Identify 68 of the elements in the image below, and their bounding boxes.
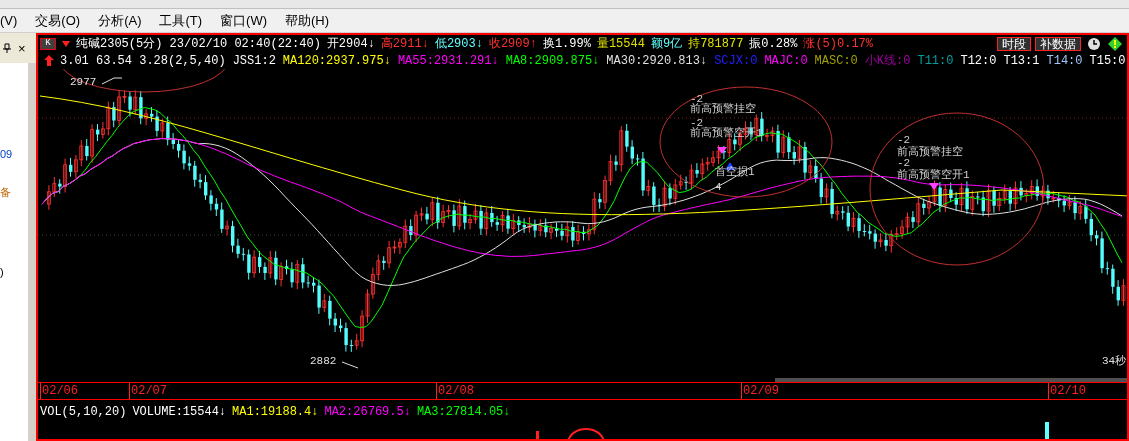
diamond-icon[interactable]: [1107, 35, 1123, 52]
indicator-text: MA2:26769.5↓: [324, 404, 411, 421]
toolbar-button[interactable]: 时段: [997, 36, 1031, 51]
indicator-text: 低2903↓: [434, 35, 483, 53]
signal-text: -2: [897, 135, 911, 146]
date-label: 02/07: [129, 383, 167, 399]
menu-item[interactable]: 窗口(W): [220, 10, 267, 31]
dropdown-icon[interactable]: [62, 40, 70, 47]
indicator-text: T15:0: [1089, 52, 1126, 70]
signal-text: 前高预警空开1: [897, 170, 970, 181]
date-label: 02/06: [40, 383, 78, 399]
indicator-text: MAJC:0: [764, 52, 808, 70]
signal-text: 4: [715, 182, 722, 193]
indicator-text: MASC:0: [814, 52, 858, 70]
indicator-text: T14:0: [1046, 52, 1083, 70]
leader-line: [101, 77, 123, 85]
scroll-bar[interactable]: [775, 378, 1127, 382]
indicator-text: SCJX:0: [714, 52, 758, 70]
k-button[interactable]: K: [40, 37, 56, 50]
indicator-text: 3.01 63.54 3.28(2,5,40): [60, 52, 226, 70]
volume-bar: [1045, 422, 1049, 439]
menu-item[interactable]: 工具(T): [159, 10, 203, 31]
indicator-text: 高2911↓: [380, 35, 429, 53]
indicator-text: MA3:27814.05↓: [416, 404, 511, 421]
indicator-text: VOLUME:15544↓: [132, 404, 227, 421]
clock-icon[interactable]: [1087, 36, 1101, 51]
indicator-text: 持781877: [688, 35, 744, 53]
indicator-text: VOL(5,10,20): [40, 404, 127, 421]
timer-text: 34秒: [1102, 356, 1127, 367]
indicator-text: MA120:2937.975↓: [282, 52, 391, 70]
indicator-text: 收2909↑: [488, 35, 537, 53]
leader-line: [341, 361, 359, 369]
indicator-text: 量15544: [596, 35, 645, 53]
indicator-text: 振0.28%: [749, 35, 798, 53]
date-label: 02/09: [741, 383, 779, 399]
date-label: 02/10: [1048, 383, 1086, 399]
side-text: 09: [0, 149, 13, 160]
indicator-text: 换1.99%: [542, 35, 591, 53]
close-button[interactable]: ×: [18, 41, 26, 55]
date-label: 02/08: [436, 383, 474, 399]
indicator-text: MA55:2931.291↓: [397, 52, 499, 70]
side-text: 备: [0, 187, 11, 198]
indicator-text: 开2904↓: [326, 35, 375, 53]
menu-item[interactable]: 交易(O): [35, 10, 81, 31]
signal-text: 前高预警挂空: [897, 147, 963, 158]
menu-item[interactable]: 帮助(H): [285, 10, 330, 31]
up-arrow-icon: [44, 55, 54, 66]
indicator-text: T11:0: [917, 52, 954, 70]
indicator-text: 涨(5)0.17%: [803, 35, 873, 53]
toolbar-button[interactable]: 补数据: [1035, 36, 1081, 51]
side-text: ): [0, 267, 4, 278]
signal-down-icon: [929, 183, 939, 190]
indicator-text: T12:0: [960, 52, 997, 70]
indicator-text: 纯碱2305(5分) 23/02/10 02:40(22:40): [76, 35, 321, 53]
price-label: 2882: [310, 356, 337, 367]
indicator-text: MA30:2920.813↓: [606, 52, 708, 70]
indicator-text: 小K线:0: [864, 52, 911, 70]
indicator-text: T13:1: [1003, 52, 1040, 70]
indicator-text: 额9亿: [650, 35, 683, 53]
indicator-text: JSS1:2: [232, 52, 276, 70]
indicator-text: MA8:2909.875↓: [505, 52, 600, 70]
pin-icon[interactable]: [2, 43, 12, 53]
signal-text: -2: [897, 158, 911, 169]
menu-item[interactable]: 分析(A): [98, 10, 142, 31]
volume-bar: [536, 431, 539, 439]
menu-item[interactable]: (V): [0, 10, 18, 31]
signal-down-icon: [717, 147, 727, 154]
indicator-text: MA1:19188.4↓: [232, 404, 319, 421]
